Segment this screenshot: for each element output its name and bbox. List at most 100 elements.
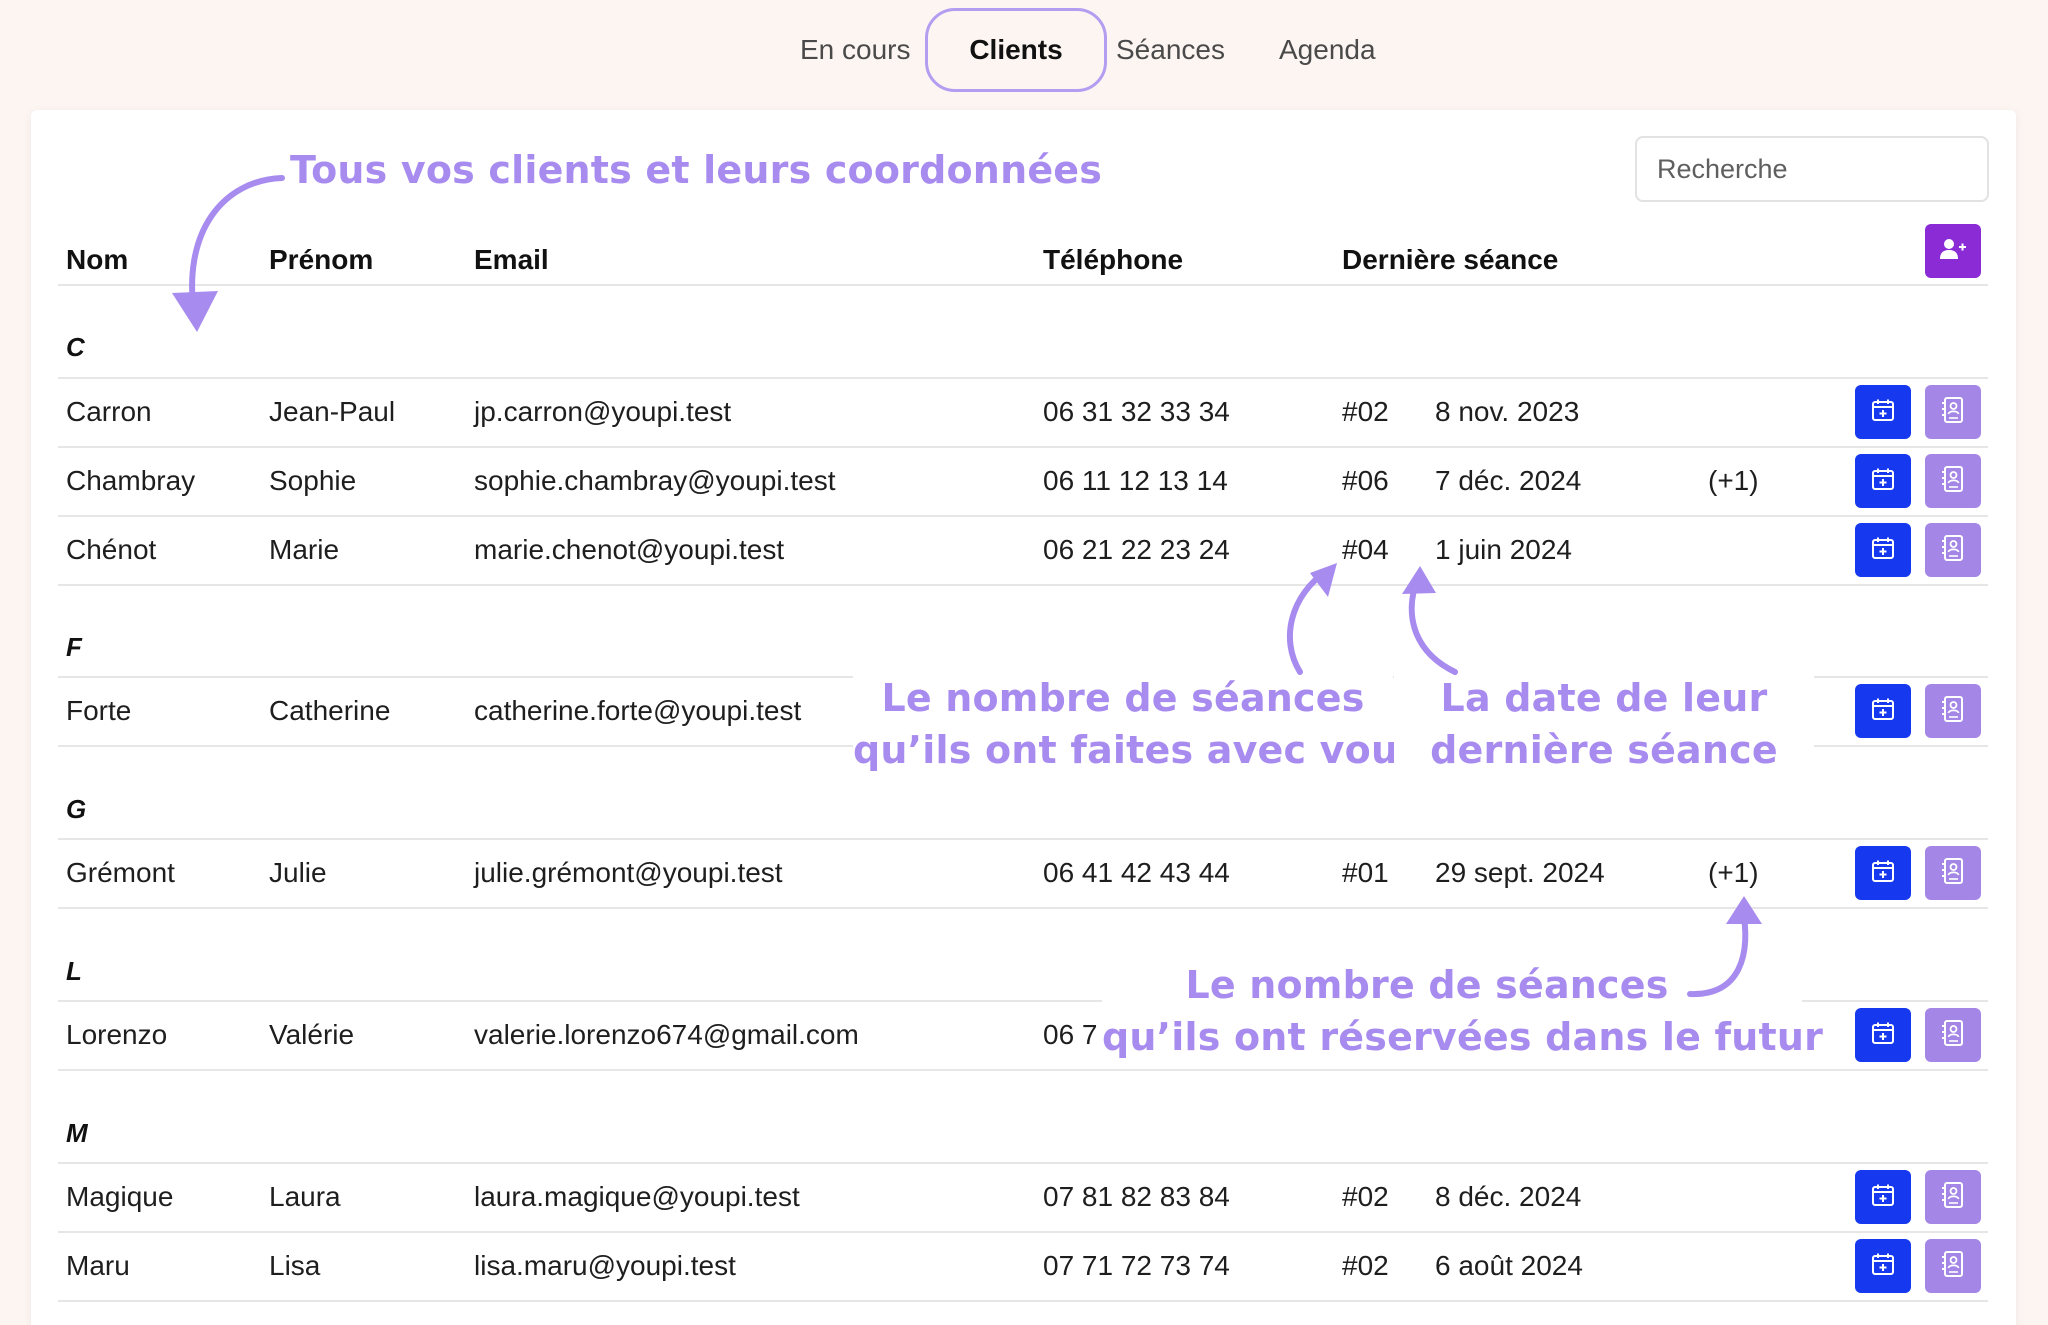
- cell-prenom: Jean-Paul: [269, 396, 396, 427]
- group-letter-m: M: [66, 1118, 88, 1148]
- cell-telephone: 06 41 42 43 44: [1043, 857, 1230, 888]
- cell-nom: Maru: [66, 1250, 130, 1281]
- cell-email: jp.carron@youpi.test: [474, 396, 732, 427]
- column-header-nom[interactable]: Nom: [66, 236, 128, 284]
- book-session-button[interactable]: [1855, 846, 1911, 900]
- contact-card-icon: [1941, 857, 1965, 889]
- book-session-button[interactable]: [1855, 385, 1911, 439]
- table-row[interactable]: Grémont Julie julie.grémont@youpi.test 06 4…: [31, 839, 2016, 907]
- cell-nom: Lorenzo: [66, 1019, 168, 1050]
- group-letter-l: L: [66, 956, 82, 986]
- cell-date-derniere-seance: 7 déc. 2024: [1435, 465, 1582, 496]
- row-divider: [58, 907, 1988, 909]
- cell-nombre-seances: #02: [1342, 1181, 1389, 1212]
- cell-email: sophie.chambray@youpi.test: [474, 465, 836, 496]
- annotation-nb-seances-line1: Le nombre de séances: [881, 676, 1365, 720]
- row-divider: [58, 584, 1988, 586]
- search-input[interactable]: [1635, 136, 1989, 202]
- cell-nom: Carron: [66, 396, 152, 427]
- calendar-plus-icon: [1871, 697, 1895, 726]
- cell-prenom: Sophie: [269, 465, 357, 496]
- tab-clients[interactable]: Clients: [925, 8, 1107, 92]
- table-row[interactable]: Magique Laura laura.magique@youpi.test 07 8…: [31, 1163, 2016, 1231]
- client-details-button[interactable]: [1925, 454, 1981, 508]
- annotation-date-line1: La date de leur: [1440, 676, 1768, 720]
- cell-telephone: 06 11 12 13 14: [1043, 465, 1228, 496]
- column-header-prenom[interactable]: Prénom: [269, 236, 373, 284]
- cell-date-derniere-seance: 1 juin 2024: [1435, 534, 1573, 565]
- tab-en-cours[interactable]: En cours: [800, 8, 911, 92]
- cell-email: marie.chenot@youpi.test: [474, 534, 785, 565]
- cell-date-derniere-seance: 8 déc. 2024: [1435, 1181, 1582, 1212]
- annotation-futur: Le nombre de séances qu’ils ont réservée…: [1102, 959, 1824, 1063]
- group-letter-c: C: [66, 332, 85, 362]
- contact-card-icon: [1941, 1019, 1965, 1051]
- table-row[interactable]: Chambray Sophie sophie.chambray@youpi.test…: [31, 447, 2016, 515]
- cell-email: julie.grémont@youpi.test: [474, 857, 783, 888]
- column-header-telephone[interactable]: Téléphone: [1043, 236, 1183, 284]
- group-letter-f: F: [66, 632, 82, 662]
- annotation-clients: Tous vos clients et leurs coordonnées: [290, 148, 1103, 192]
- cell-prenom: Valérie: [269, 1019, 355, 1050]
- cell-nom: Chénot: [66, 534, 157, 565]
- calendar-plus-icon: [1871, 467, 1895, 496]
- cell-email: valerie.lorenzo674@gmail.com: [474, 1019, 859, 1050]
- tab-seances[interactable]: Séances: [1116, 8, 1225, 92]
- book-session-button[interactable]: [1855, 684, 1911, 738]
- cell-seances-futures: (+1): [1708, 465, 1759, 496]
- book-session-button[interactable]: [1855, 1239, 1911, 1293]
- row-divider: [58, 1300, 1988, 1302]
- column-header-email[interactable]: Email: [474, 236, 549, 284]
- cell-email: lisa.maru@youpi.test: [474, 1250, 736, 1281]
- cell-nombre-seances: #02: [1342, 1250, 1389, 1281]
- book-session-button[interactable]: [1855, 1008, 1911, 1062]
- column-header-derniere-seance[interactable]: Dernière séance: [1342, 236, 1558, 284]
- cell-prenom: Julie: [269, 857, 327, 888]
- cell-telephone: 07 81 82 83 84: [1043, 1181, 1230, 1212]
- annotation-date-line2: dernière séance: [1430, 728, 1778, 772]
- calendar-plus-icon: [1871, 1252, 1895, 1281]
- cell-seances-futures: (+1): [1708, 857, 1759, 888]
- group-letter-g: G: [66, 794, 87, 824]
- annotation-date: La date de leur dernière séance: [1394, 672, 1814, 776]
- header-divider: [58, 284, 1988, 286]
- cell-prenom: Catherine: [269, 695, 391, 726]
- book-session-button[interactable]: [1855, 454, 1911, 508]
- cell-email: laura.magique@youpi.test: [474, 1181, 800, 1212]
- cell-nombre-seances: #02: [1342, 396, 1389, 427]
- client-details-button[interactable]: [1925, 846, 1981, 900]
- cell-date-derniere-seance: 6 août 2024: [1435, 1250, 1583, 1281]
- client-details-button[interactable]: [1925, 1170, 1981, 1224]
- table-row[interactable]: Chénot Marie marie.chenot@youpi.test 06 21 …: [31, 516, 2016, 584]
- contact-card-icon: [1941, 465, 1965, 497]
- cell-telephone: 06 31 32 33 34: [1043, 396, 1230, 427]
- cell-nom: Grémont: [66, 857, 175, 888]
- client-details-button[interactable]: [1925, 1008, 1981, 1062]
- cell-telephone: 06 7: [1043, 1019, 1098, 1050]
- cell-prenom: Laura: [269, 1181, 341, 1212]
- table-row[interactable]: Carron Jean-Paul jp.carron@youpi.test 06 31…: [31, 378, 2016, 446]
- client-details-button[interactable]: [1925, 385, 1981, 439]
- contact-card-icon: [1941, 534, 1965, 566]
- client-details-button[interactable]: [1925, 523, 1981, 577]
- contact-card-icon: [1941, 1181, 1965, 1213]
- table-row[interactable]: Maru Lisa lisa.maru@youpi.test 07 71 72 73 …: [31, 1232, 2016, 1300]
- cell-nom: Magique: [66, 1181, 174, 1212]
- cell-telephone: 06 21 22 23 24: [1043, 534, 1230, 565]
- client-details-button[interactable]: [1925, 684, 1981, 738]
- annotation-nb-seances-line2: qu’ils ont faites avec vous: [853, 728, 1422, 772]
- calendar-plus-icon: [1871, 398, 1895, 427]
- user-plus-icon: [1940, 238, 1966, 265]
- contact-card-icon: [1941, 695, 1965, 727]
- book-session-button[interactable]: [1855, 523, 1911, 577]
- calendar-plus-icon: [1871, 1183, 1895, 1212]
- add-client-button[interactable]: [1925, 224, 1981, 278]
- client-details-button[interactable]: [1925, 1239, 1981, 1293]
- cell-nombre-seances: #06: [1342, 465, 1389, 496]
- cell-nom: Chambray: [66, 465, 196, 496]
- book-session-button[interactable]: [1855, 1170, 1911, 1224]
- annotation-futur-line1: Le nombre de séances: [1185, 963, 1669, 1007]
- cell-prenom: Lisa: [269, 1250, 321, 1281]
- tab-agenda[interactable]: Agenda: [1279, 8, 1376, 92]
- annotation-futur-line2: qu’ils ont réservées dans le futur: [1102, 1015, 1824, 1059]
